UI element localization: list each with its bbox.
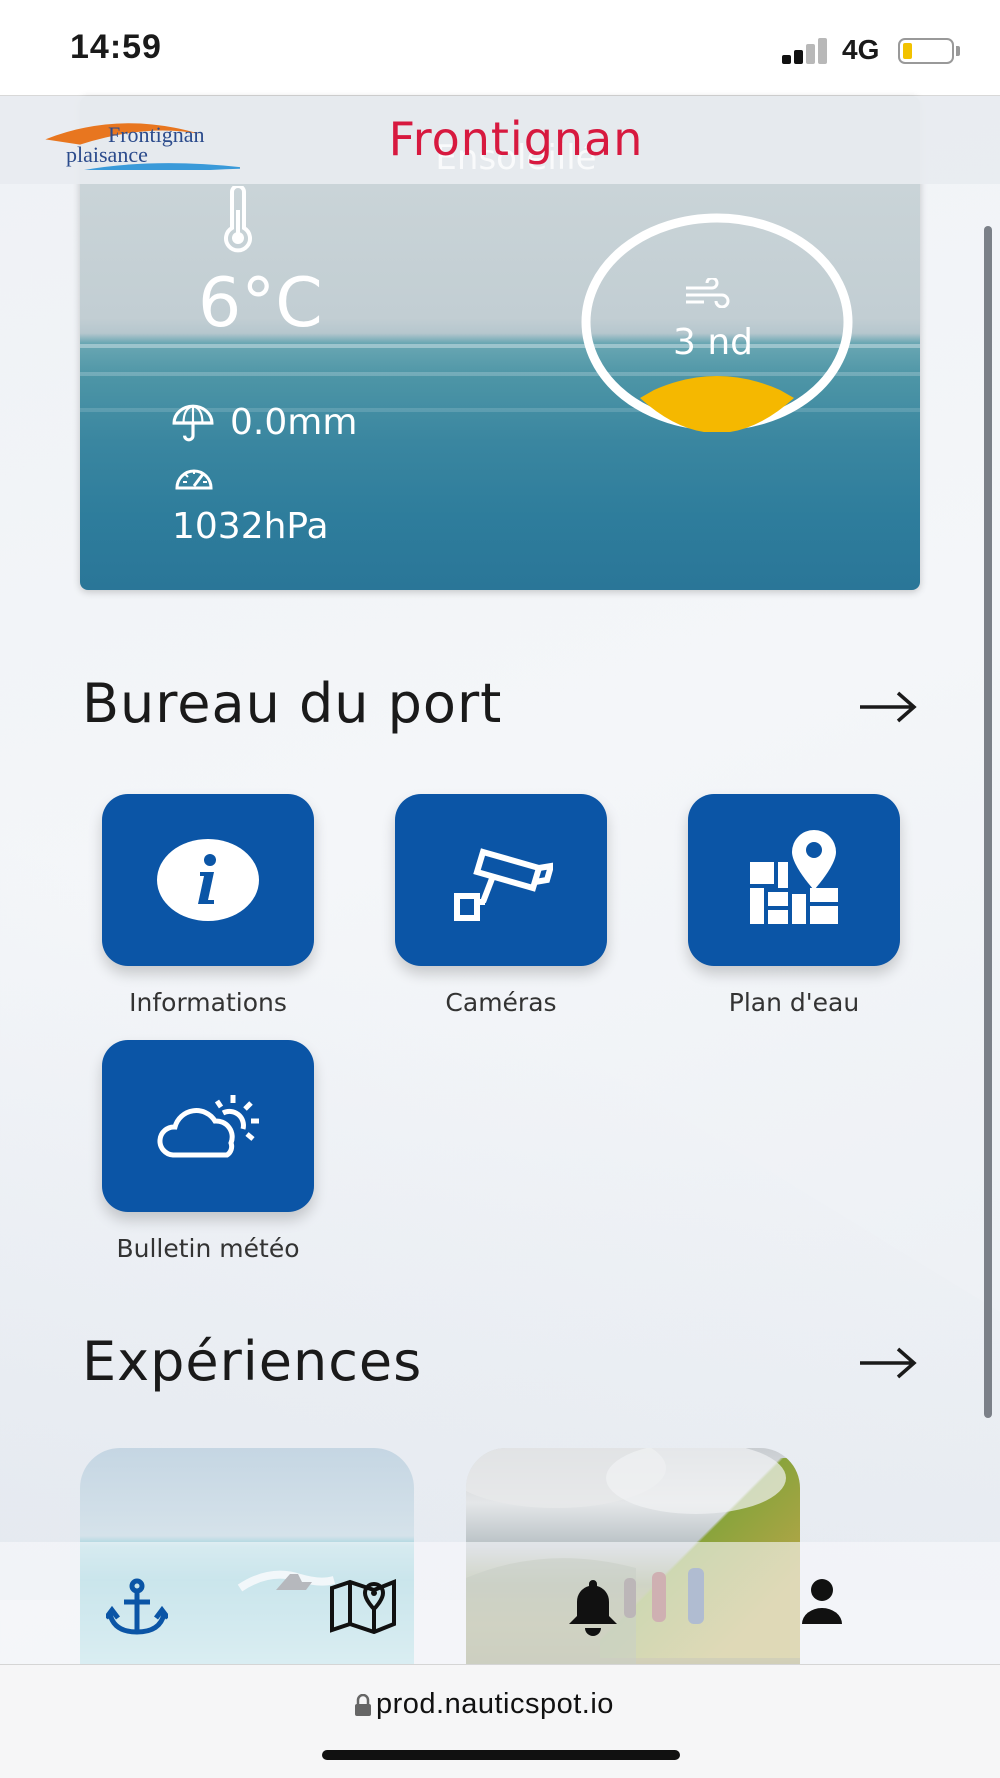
status-bar: 14:59 4G — [0, 0, 1000, 96]
map-icon[interactable] — [330, 1578, 396, 1634]
page-title: Frontignan — [388, 112, 644, 166]
rain-value: 0.0mm — [230, 402, 358, 443]
tile-bulletin-meteo[interactable] — [102, 1040, 314, 1212]
temperature-value: 6°C — [198, 264, 323, 343]
pressure-value: 1032hPa — [172, 506, 329, 547]
tile-informations[interactable] — [102, 794, 314, 966]
info-icon — [157, 839, 259, 921]
tile-label-bulletin-meteo: Bulletin météo — [116, 1234, 300, 1263]
signal-icon — [782, 36, 832, 64]
tile-label-plan-deau: Plan d'eau — [728, 988, 860, 1017]
url-text[interactable]: prod.nauticspot.io — [376, 1688, 614, 1721]
bureau-arrow-icon[interactable] — [858, 690, 918, 724]
anchor-icon[interactable] — [106, 1578, 168, 1638]
thermometer-icon — [224, 186, 252, 253]
user-icon[interactable] — [800, 1578, 844, 1626]
network-label: 4G — [842, 34, 880, 65]
wind-value: 3 nd — [672, 322, 753, 363]
experiences-section-title: Expériences — [82, 1330, 423, 1393]
wind-icon — [686, 278, 730, 308]
umbrella-icon — [172, 404, 214, 442]
lock-icon — [355, 1694, 371, 1716]
gauge-icon — [175, 469, 213, 490]
home-indicator[interactable] — [322, 1750, 680, 1760]
tile-cameras[interactable] — [395, 794, 607, 966]
scrollbar[interactable] — [984, 226, 992, 1418]
status-time: 14:59 — [70, 28, 162, 66]
bureau-section-title: Bureau du port — [82, 672, 503, 735]
map-pin-icon — [750, 830, 838, 924]
tile-plan-deau[interactable] — [688, 794, 900, 966]
camera-icon — [454, 848, 553, 921]
battery-icon — [898, 38, 954, 64]
tile-label-informations: Informations — [129, 988, 287, 1017]
experiences-arrow-icon[interactable] — [858, 1346, 918, 1380]
browser-url-bar[interactable] — [0, 1664, 1000, 1778]
tile-label-cameras: Caméras — [445, 988, 557, 1017]
weather-icon — [157, 1095, 259, 1158]
bell-icon[interactable] — [566, 1578, 620, 1636]
